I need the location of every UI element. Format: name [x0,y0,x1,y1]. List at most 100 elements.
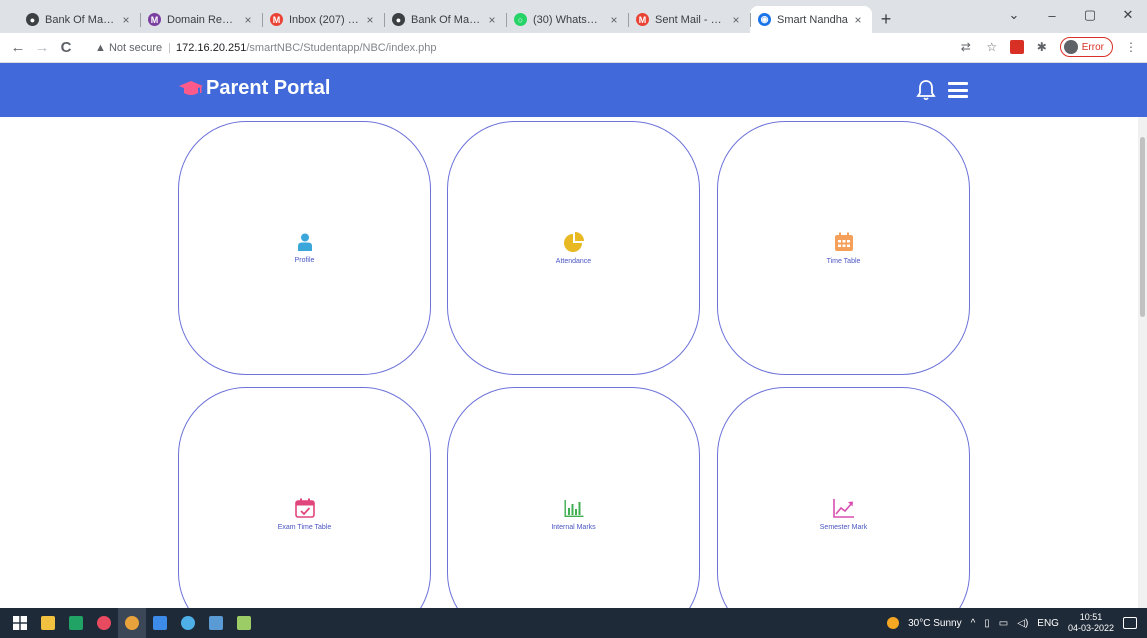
weather-label[interactable]: 30°C Sunny [908,618,961,629]
tab-favicon-icon: ● [26,13,39,26]
tab-search-icon[interactable]: ⌄ [995,0,1033,30]
back-button[interactable]: ← [6,36,30,60]
profile-card[interactable]: Profile [178,121,431,375]
semester-mark-card-label: Semester Mark [819,523,868,531]
translate-icon[interactable]: ⇄ [958,39,974,55]
tab-close-icon[interactable]: × [608,13,620,27]
window-controls: ⌄ – ▢ ✕ [995,0,1147,30]
time-table-card[interactable]: Time Table [717,121,970,375]
bookmark-star-icon[interactable]: ☆ [984,39,1000,55]
line-chart-icon [832,498,854,518]
clock-date: 04-03-2022 [1067,623,1114,633]
browser-tab[interactable]: ○ (30) WhatsApp × [506,6,628,33]
not-secure-indicator[interactable]: ▲ Not secure [95,42,162,54]
weather-sun-icon [887,617,900,629]
notification-bell-icon[interactable] [916,79,936,101]
tab-title: Bank Of Maharash [45,13,116,26]
browser-menu-icon[interactable]: ⋮ [1123,39,1139,55]
file-explorer-icon[interactable] [34,608,62,638]
tab-close-icon[interactable]: × [730,13,742,27]
browser-alt-icon[interactable] [174,608,202,638]
language-indicator[interactable]: ENG [1037,618,1059,629]
excel-icon[interactable] [62,608,90,638]
minimize-button[interactable]: – [1033,0,1071,30]
page-scrollbar[interactable] [1138,117,1147,608]
windows-taskbar: 30°C Sunny ^ ▯ ▭ ◁) ENG 10:51 04-03-2022 [0,608,1147,638]
attendance-card[interactable]: Attendance [447,121,700,375]
tab-favicon-icon: M [148,13,161,26]
tab-close-icon[interactable]: × [120,13,132,27]
clock-time: 10:51 [1079,612,1103,622]
internal-marks-card-label: Internal Marks [551,523,596,531]
browser-tab[interactable]: ● Bank Of Maharash × [18,6,140,33]
portal-header: Parent Portal [0,63,1147,117]
system-tray: 30°C Sunny ^ ▯ ▭ ◁) ENG 10:51 04-03-2022 [887,608,1137,638]
time-table-card-label: Time Table [826,257,861,265]
tab-favicon-icon: ◉ [758,13,771,26]
profile-error-button[interactable]: Error [1059,37,1113,57]
toolbar-actions: ⇄ ☆ ✱ Error ⋮ [958,37,1139,57]
tab-title: Bank Of Mahara [411,13,482,26]
close-window-button[interactable]: ✕ [1109,0,1147,30]
tab-title: Smart Nandha [777,13,848,26]
bar-chart-icon [564,499,583,517]
dashboard: Profile Attendance Time Table Exam Time … [0,117,1147,608]
internal-marks-card[interactable]: Internal Marks [447,387,700,608]
outlook-icon[interactable] [146,608,174,638]
tab-title: Sent Mail - princ [655,13,726,26]
maximize-button[interactable]: ▢ [1071,0,1109,30]
portal-title: Parent Portal [206,77,331,99]
volume-icon[interactable]: ◁) [1017,618,1028,629]
tab-close-icon[interactable]: × [486,13,498,27]
graduation-cap-icon [179,80,203,95]
browser-tab[interactable]: ◉ Smart Nandha × [750,6,872,33]
browser-tab[interactable]: ● Bank Of Mahara × [384,6,506,33]
notification-center-icon[interactable] [1123,617,1137,629]
tab-close-icon[interactable]: × [364,13,376,27]
browser-tab-strip: ●Bank Of Maharash×MDomain Registration×M… [0,0,1147,33]
browser-tab[interactable]: M Sent Mail - princ × [628,6,750,33]
tab-favicon-icon: M [636,13,649,26]
chrome-taskbar-icon[interactable] [118,608,146,638]
tab-title: Inbox (207) - pri [289,13,360,26]
profile-card-label: Profile [294,256,315,264]
extensions-puzzle-icon[interactable]: ✱ [1034,39,1050,55]
tab-close-icon[interactable]: × [242,13,254,27]
calendar-icon [834,232,853,251]
pdf-extension-icon[interactable] [1009,40,1024,54]
tab-close-icon[interactable]: × [852,13,864,27]
tray-overflow-icon[interactable]: ^ [971,618,976,629]
new-tab-button[interactable]: + [872,6,900,33]
notepad-icon[interactable] [230,608,258,638]
semester-mark-card[interactable]: Semester Mark [717,387,970,608]
profile-error-label: Error [1081,41,1104,53]
attendance-card-label: Attendance [555,257,592,265]
browser-toolbar: ← → C ▲ Not secure | 172.16.20.251 /smar… [0,33,1147,63]
forward-button[interactable]: → [30,36,54,60]
reload-button[interactable]: C [54,36,78,60]
profile-avatar [1063,40,1078,54]
start-button[interactable] [6,608,34,638]
exam-time-table-card[interactable]: Exam Time Table [178,387,431,608]
portal-brand[interactable]: Parent Portal [178,77,330,100]
network-icon[interactable]: ▭ [999,618,1008,629]
browser-tab[interactable]: M Inbox (207) - pri × [262,6,384,33]
calendar-check-icon [294,498,315,518]
address-bar[interactable]: ▲ Not secure | 172.16.20.251 /smartNBC/S… [95,37,945,59]
tab-title: (30) WhatsApp [533,13,604,26]
url-host: 172.16.20.251 [176,42,247,54]
pie-chart-icon [563,231,584,252]
address-separator: | [168,42,171,54]
scrollbar-thumb[interactable] [1140,137,1145,317]
tab-favicon-icon: M [270,13,283,26]
clock[interactable]: 10:51 04-03-2022 [1068,612,1114,634]
messenger-icon[interactable] [202,608,230,638]
windows-logo-icon [13,616,27,630]
app-red-icon[interactable] [90,608,118,638]
browser-tab[interactable]: M Domain Registration × [140,6,262,33]
exam-time-table-card-label: Exam Time Table [277,523,332,531]
battery-icon[interactable]: ▯ [984,618,990,629]
hamburger-menu-icon[interactable] [948,82,968,98]
tab-favicon-icon: ● [392,13,405,26]
user-icon [297,233,312,251]
